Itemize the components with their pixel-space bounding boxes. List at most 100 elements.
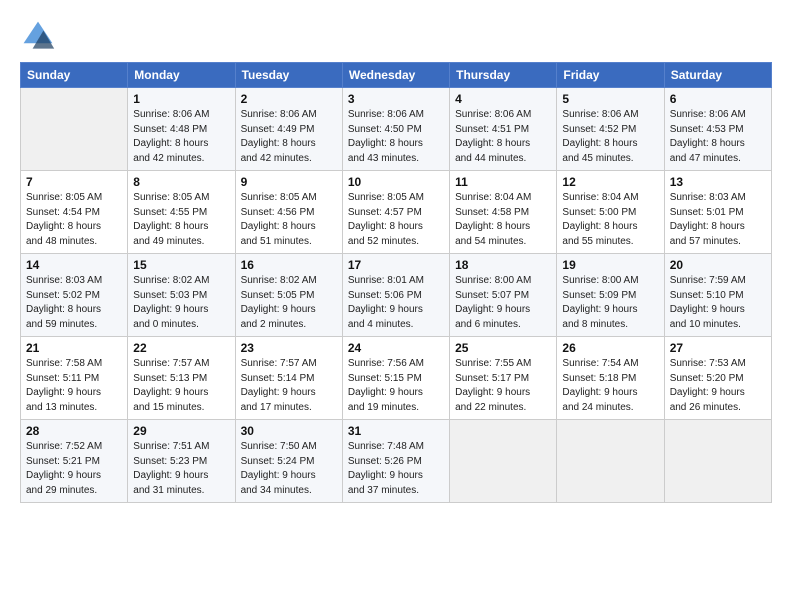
calendar-cell: 18Sunrise: 8:00 AMSunset: 5:07 PMDayligh… — [450, 254, 557, 337]
day-info: Sunrise: 8:04 AMSunset: 5:00 PMDaylight:… — [562, 191, 658, 249]
dow-header-wednesday: Wednesday — [342, 63, 449, 88]
day-info: Sunrise: 8:04 AMSunset: 4:58 PMDaylight:… — [455, 191, 551, 249]
week-row-4: 21 Sunrise: 7:58 AMSunset: 5:11 PMDayligh… — [21, 337, 772, 420]
day-number: 5 — [562, 92, 658, 106]
calendar-cell — [557, 420, 664, 503]
calendar-cell: 30 Sunrise: 7:50 AMSunset: 5:24 PMDayligh… — [235, 420, 342, 503]
calendar-cell: 7 Sunrise: 8:05 AMSunset: 4:54 PMDaylight… — [21, 171, 128, 254]
day-info: Sunrise: 8:06 AMSunset: 4:50 PMDaylight:… — [348, 108, 444, 166]
calendar-cell: 19Sunrise: 8:00 AMSunset: 5:09 PMDayligh… — [557, 254, 664, 337]
day-number: 13 — [670, 175, 766, 189]
day-number: 12 — [562, 175, 658, 189]
calendar-cell: 16 Sunrise: 8:02 AMSunset: 5:05 PMDayligh… — [235, 254, 342, 337]
week-row-2: 7 Sunrise: 8:05 AMSunset: 4:54 PMDaylight… — [21, 171, 772, 254]
day-number: 31 — [348, 424, 444, 438]
logo-icon — [20, 18, 56, 54]
day-number: 22 — [133, 341, 229, 355]
day-number: 23 — [241, 341, 337, 355]
dow-header-sunday: Sunday — [21, 63, 128, 88]
day-info: Sunrise: 8:02 AMSunset: 5:03 PMDaylight:… — [133, 274, 229, 332]
day-info: Sunrise: 7:50 AMSunset: 5:24 PMDaylight:… — [241, 440, 337, 498]
days-of-week-row: SundayMondayTuesdayWednesdayThursdayFrid… — [21, 63, 772, 88]
day-info: Sunrise: 7:52 AMSunset: 5:21 PMDaylight:… — [26, 440, 122, 498]
day-number: 10 — [348, 175, 444, 189]
day-number: 25 — [455, 341, 551, 355]
calendar-cell: 25Sunrise: 7:55 AMSunset: 5:17 PMDayligh… — [450, 337, 557, 420]
dow-header-friday: Friday — [557, 63, 664, 88]
day-number: 20 — [670, 258, 766, 272]
day-info: Sunrise: 7:57 AMSunset: 5:13 PMDaylight:… — [133, 357, 229, 415]
calendar-table: SundayMondayTuesdayWednesdayThursdayFrid… — [20, 62, 772, 503]
calendar-cell: 14 Sunrise: 8:03 AMSunset: 5:02 PMDayligh… — [21, 254, 128, 337]
calendar-cell: 20Sunrise: 7:59 AMSunset: 5:10 PMDayligh… — [664, 254, 771, 337]
dow-header-thursday: Thursday — [450, 63, 557, 88]
day-info: Sunrise: 8:03 AMSunset: 5:01 PMDaylight:… — [670, 191, 766, 249]
day-info: Sunrise: 8:06 AMSunset: 4:51 PMDaylight:… — [455, 108, 551, 166]
week-row-5: 28 Sunrise: 7:52 AMSunset: 5:21 PMDayligh… — [21, 420, 772, 503]
day-number: 8 — [133, 175, 229, 189]
day-number: 21 — [26, 341, 122, 355]
calendar-cell: 9Sunrise: 8:05 AMSunset: 4:56 PMDaylight… — [235, 171, 342, 254]
day-number: 24 — [348, 341, 444, 355]
day-info: Sunrise: 7:58 AMSunset: 5:11 PMDaylight:… — [26, 357, 122, 415]
calendar-body: 1Sunrise: 8:06 AMSunset: 4:48 PMDaylight… — [21, 88, 772, 503]
calendar-cell: 29Sunrise: 7:51 AMSunset: 5:23 PMDayligh… — [128, 420, 235, 503]
calendar-cell: 10 Sunrise: 8:05 AMSunset: 4:57 PMDayligh… — [342, 171, 449, 254]
dow-header-monday: Monday — [128, 63, 235, 88]
week-row-1: 1Sunrise: 8:06 AMSunset: 4:48 PMDaylight… — [21, 88, 772, 171]
day-number: 17 — [348, 258, 444, 272]
day-number: 11 — [455, 175, 551, 189]
dow-header-tuesday: Tuesday — [235, 63, 342, 88]
calendar-cell: 27 Sunrise: 7:53 AMSunset: 5:20 PMDayligh… — [664, 337, 771, 420]
day-info: Sunrise: 7:56 AMSunset: 5:15 PMDaylight:… — [348, 357, 444, 415]
day-info: Sunrise: 8:05 AMSunset: 4:54 PMDaylight:… — [26, 191, 122, 249]
calendar-cell — [664, 420, 771, 503]
logo — [20, 18, 60, 54]
calendar-cell: 1Sunrise: 8:06 AMSunset: 4:48 PMDaylight… — [128, 88, 235, 171]
day-info: Sunrise: 7:53 AMSunset: 5:20 PMDaylight:… — [670, 357, 766, 415]
day-number: 2 — [241, 92, 337, 106]
calendar-cell: 24 Sunrise: 7:56 AMSunset: 5:15 PMDayligh… — [342, 337, 449, 420]
day-info: Sunrise: 8:01 AMSunset: 5:06 PMDaylight:… — [348, 274, 444, 332]
page: SundayMondayTuesdayWednesdayThursdayFrid… — [0, 0, 792, 513]
day-info: Sunrise: 7:48 AMSunset: 5:26 PMDaylight:… — [348, 440, 444, 498]
day-info: Sunrise: 7:54 AMSunset: 5:18 PMDaylight:… — [562, 357, 658, 415]
day-info: Sunrise: 8:06 AMSunset: 4:52 PMDaylight:… — [562, 108, 658, 166]
calendar-cell: 28 Sunrise: 7:52 AMSunset: 5:21 PMDayligh… — [21, 420, 128, 503]
calendar-cell: 2Sunrise: 8:06 AMSunset: 4:49 PMDaylight… — [235, 88, 342, 171]
calendar-cell: 13 Sunrise: 8:03 AMSunset: 5:01 PMDayligh… — [664, 171, 771, 254]
calendar-cell: 6Sunrise: 8:06 AMSunset: 4:53 PMDaylight… — [664, 88, 771, 171]
day-info: Sunrise: 8:02 AMSunset: 5:05 PMDaylight:… — [241, 274, 337, 332]
dow-header-saturday: Saturday — [664, 63, 771, 88]
calendar-cell: 31 Sunrise: 7:48 AMSunset: 5:26 PMDayligh… — [342, 420, 449, 503]
day-info: Sunrise: 7:51 AMSunset: 5:23 PMDaylight:… — [133, 440, 229, 498]
calendar-cell: 8 Sunrise: 8:05 AMSunset: 4:55 PMDaylight… — [128, 171, 235, 254]
calendar-cell: 21 Sunrise: 7:58 AMSunset: 5:11 PMDayligh… — [21, 337, 128, 420]
day-number: 14 — [26, 258, 122, 272]
calendar-cell: 4 Sunrise: 8:06 AMSunset: 4:51 PMDaylight… — [450, 88, 557, 171]
calendar-cell: 11 Sunrise: 8:04 AMSunset: 4:58 PMDayligh… — [450, 171, 557, 254]
calendar-cell: 3 Sunrise: 8:06 AMSunset: 4:50 PMDaylight… — [342, 88, 449, 171]
day-info: Sunrise: 8:03 AMSunset: 5:02 PMDaylight:… — [26, 274, 122, 332]
calendar-cell: 5 Sunrise: 8:06 AMSunset: 4:52 PMDaylight… — [557, 88, 664, 171]
day-number: 26 — [562, 341, 658, 355]
day-info: Sunrise: 8:05 AMSunset: 4:55 PMDaylight:… — [133, 191, 229, 249]
day-number: 16 — [241, 258, 337, 272]
day-number: 9 — [241, 175, 337, 189]
calendar-cell — [21, 88, 128, 171]
day-number: 30 — [241, 424, 337, 438]
day-number: 4 — [455, 92, 551, 106]
calendar-cell — [450, 420, 557, 503]
calendar-cell: 12 Sunrise: 8:04 AMSunset: 5:00 PMDayligh… — [557, 171, 664, 254]
day-number: 7 — [26, 175, 122, 189]
day-number: 27 — [670, 341, 766, 355]
day-number: 1 — [133, 92, 229, 106]
day-number: 6 — [670, 92, 766, 106]
day-number: 28 — [26, 424, 122, 438]
day-info: Sunrise: 8:05 AMSunset: 4:57 PMDaylight:… — [348, 191, 444, 249]
header — [20, 18, 772, 54]
calendar-cell: 26 Sunrise: 7:54 AMSunset: 5:18 PMDayligh… — [557, 337, 664, 420]
calendar-cell: 22 Sunrise: 7:57 AMSunset: 5:13 PMDayligh… — [128, 337, 235, 420]
week-row-3: 14 Sunrise: 8:03 AMSunset: 5:02 PMDayligh… — [21, 254, 772, 337]
day-number: 3 — [348, 92, 444, 106]
